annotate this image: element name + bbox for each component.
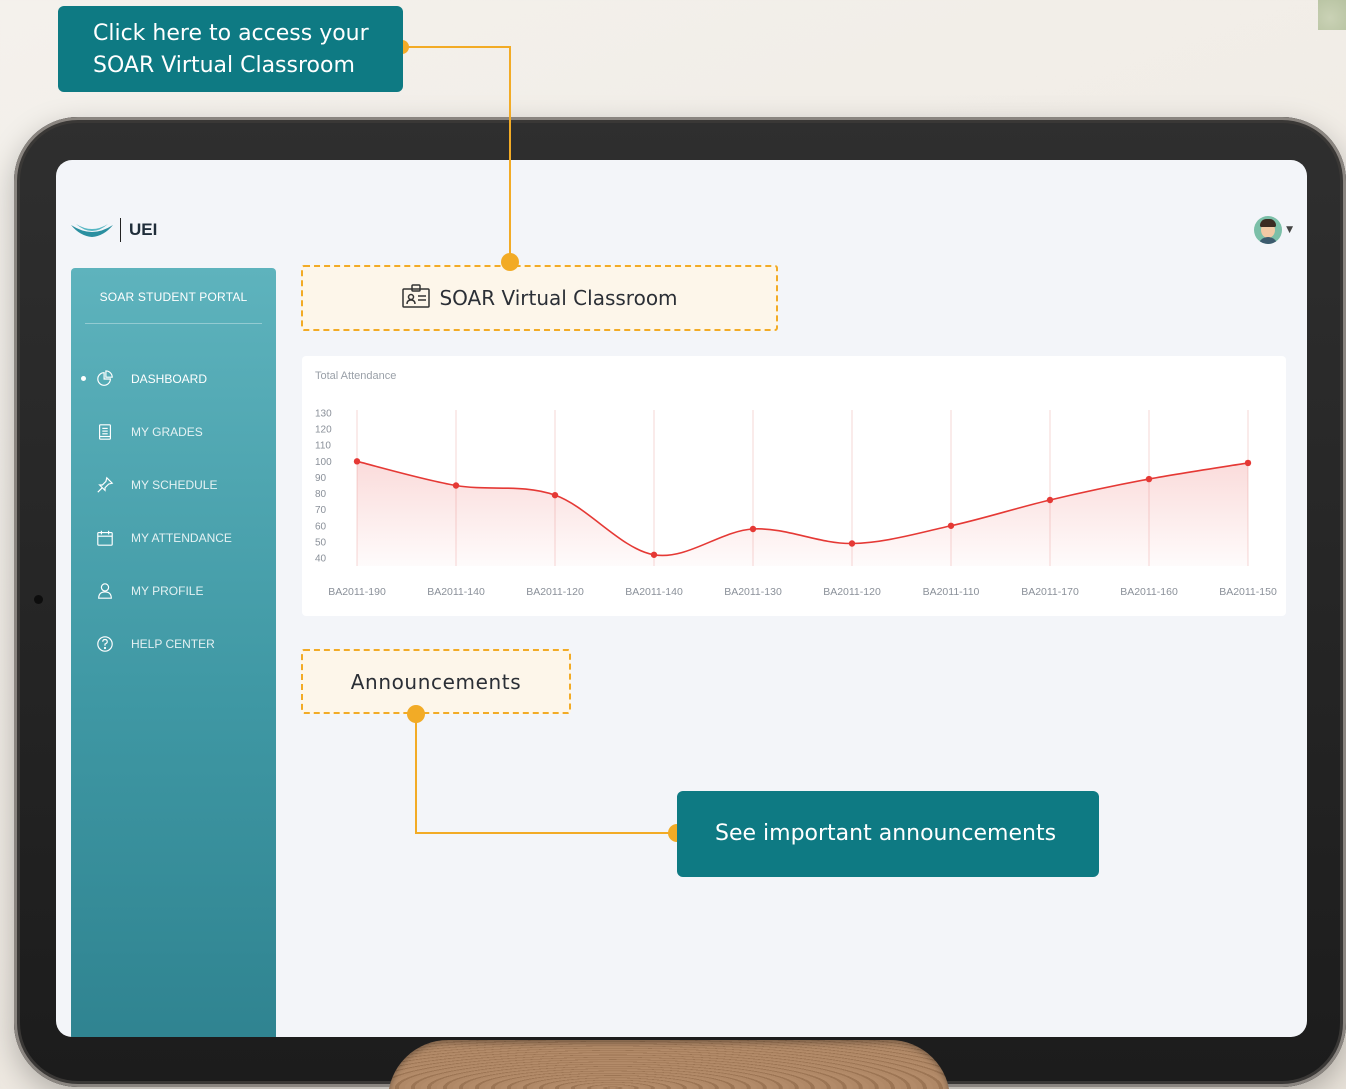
data-point bbox=[947, 522, 955, 529]
sidebar-title: SOAR STUDENT PORTAL bbox=[99, 290, 248, 304]
leaf-decoration bbox=[1318, 0, 1346, 30]
uei-logo[interactable]: UEI bbox=[70, 218, 157, 242]
x-tick-label: BA2011-130 bbox=[724, 586, 782, 598]
data-point bbox=[353, 458, 361, 465]
user-icon bbox=[95, 581, 115, 601]
virtual-classroom-label: SOAR Virtual Classroom bbox=[439, 286, 678, 310]
chevron-down-icon: ▼ bbox=[1286, 225, 1293, 235]
tablet-stand bbox=[388, 1040, 950, 1089]
logo-divider bbox=[120, 218, 121, 242]
sidebar-item-label: MY SCHEDULE bbox=[131, 477, 218, 492]
sidebar: SOAR STUDENT PORTAL DASHBOARD MY GRADES bbox=[71, 268, 276, 1037]
logo-text: UEI bbox=[129, 220, 158, 239]
sidebar-nav: DASHBOARD MY GRADES MY SCHEDULE MY ATTEN… bbox=[71, 352, 276, 670]
callout-line-1: Click here to access your bbox=[93, 21, 369, 46]
y-tick-label: 70 bbox=[315, 505, 327, 516]
sidebar-item-label: DASHBOARD bbox=[131, 371, 208, 386]
sidebar-item-dashboard[interactable]: DASHBOARD bbox=[71, 352, 276, 405]
avatar[interactable] bbox=[1254, 216, 1283, 244]
x-tick-label: BA2011-170 bbox=[1021, 586, 1079, 598]
document-list-icon bbox=[95, 422, 115, 442]
x-tick-label: BA2011-150 bbox=[1219, 586, 1277, 598]
data-point bbox=[650, 551, 658, 558]
x-tick-label: BA2011-190 bbox=[328, 586, 386, 598]
y-tick-label: 120 bbox=[315, 425, 332, 436]
announcements-section[interactable]: Announcements bbox=[301, 649, 571, 714]
y-tick-label: 60 bbox=[315, 521, 327, 532]
help-circle-icon bbox=[95, 634, 115, 654]
calendar-icon bbox=[95, 528, 115, 548]
announcements-callout: See important announcements bbox=[677, 791, 1099, 877]
virtual-classroom-button[interactable]: SOAR Virtual Classroom bbox=[301, 265, 778, 331]
attendance-chart: 130 120 110 100 90 80 70 60 50 40 BA2011-190 BA2011… bbox=[315, 409, 1277, 599]
active-indicator bbox=[81, 376, 86, 381]
x-tick-label: BA2011-120 bbox=[526, 586, 584, 598]
callout-line-2: SOAR Virtual Classroom bbox=[93, 53, 355, 78]
data-point bbox=[1046, 496, 1054, 504]
data-point bbox=[1244, 459, 1252, 467]
pin-icon bbox=[95, 475, 115, 495]
sidebar-item-schedule[interactable]: MY SCHEDULE bbox=[71, 458, 276, 511]
sidebar-item-label: HELP CENTER bbox=[131, 636, 215, 651]
sidebar-item-label: MY GRADES bbox=[131, 424, 203, 439]
x-tick-label: BA2011-110 bbox=[923, 586, 980, 598]
camera-dot bbox=[34, 595, 43, 604]
user-menu[interactable]: ▼ bbox=[1254, 216, 1293, 244]
sidebar-divider bbox=[85, 323, 262, 324]
y-tick-label: 100 bbox=[315, 457, 332, 468]
classroom-callout: Click here to access your SOAR Virtual C… bbox=[58, 6, 403, 92]
id-badge-icon bbox=[401, 283, 431, 313]
attendance-chart-card: Total Attendance 130 120 110 100 90 80 70 60 50 4… bbox=[302, 356, 1286, 616]
data-point bbox=[452, 482, 460, 489]
wing-logo-icon bbox=[71, 224, 113, 237]
sidebar-item-grades[interactable]: MY GRADES bbox=[71, 405, 276, 458]
y-tick-label: 130 bbox=[315, 409, 332, 420]
data-point bbox=[848, 540, 856, 547]
data-point bbox=[1145, 475, 1153, 483]
sidebar-item-profile[interactable]: MY PROFILE bbox=[71, 564, 276, 617]
sidebar-item-help[interactable]: HELP CENTER bbox=[71, 617, 276, 670]
pie-chart-icon bbox=[95, 369, 115, 389]
data-point bbox=[551, 491, 559, 499]
x-tick-label: BA2011-120 bbox=[823, 586, 881, 598]
y-tick-label: 90 bbox=[315, 473, 327, 484]
portal-screen: UEI ▼ SOAR STUDENT PORTAL DASHBOARD MY G… bbox=[56, 160, 1307, 1037]
data-point bbox=[749, 525, 757, 533]
x-tick-label: BA2011-140 bbox=[427, 586, 485, 598]
series-area bbox=[357, 461, 1248, 566]
announcements-label: Announcements bbox=[350, 669, 522, 694]
y-tick-label: 80 bbox=[315, 489, 327, 500]
y-tick-label: 40 bbox=[315, 554, 327, 565]
y-tick-label: 110 bbox=[315, 441, 331, 452]
x-tick-label: BA2011-140 bbox=[625, 586, 683, 598]
sidebar-item-label: MY ATTENDANCE bbox=[131, 530, 232, 545]
x-tick-label: BA2011-160 bbox=[1120, 586, 1178, 598]
sidebar-item-attendance[interactable]: MY ATTENDANCE bbox=[71, 511, 276, 564]
sidebar-item-label: MY PROFILE bbox=[131, 583, 204, 598]
y-tick-label: 50 bbox=[315, 537, 327, 548]
